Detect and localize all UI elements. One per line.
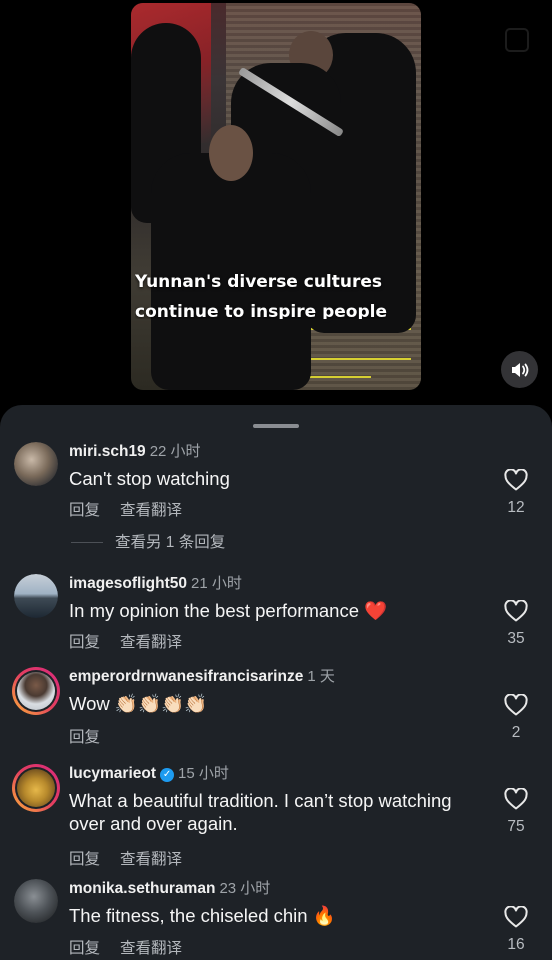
username[interactable]: imagesoflight50 xyxy=(69,575,187,592)
reply-divider xyxy=(71,542,103,544)
sound-toggle-button[interactable] xyxy=(501,351,538,388)
like-button[interactable]: 35 xyxy=(500,600,532,648)
avatar[interactable] xyxy=(14,574,58,618)
like-count: 2 xyxy=(511,724,521,741)
avatar[interactable] xyxy=(14,442,58,486)
see-translation-button[interactable]: 查看翻译 xyxy=(120,940,182,957)
sheet-drag-handle[interactable] xyxy=(253,424,299,428)
like-count: 75 xyxy=(507,818,525,835)
reply-button[interactable]: 回复 xyxy=(69,502,100,519)
corner-icon xyxy=(505,28,529,52)
comments-sheet: miri.sch19 22 小时 Can't stop watching 回复 查看… xyxy=(0,405,552,960)
timestamp: 22 小时 xyxy=(149,443,201,460)
comment-actions: 回复 xyxy=(69,725,120,747)
verified-badge-icon: ✓ xyxy=(160,768,175,782)
comment-header: imagesoflight50 21 小时 xyxy=(69,574,242,594)
heart-outline-icon xyxy=(504,600,528,622)
view-replies-label: 查看另 1 条回复 xyxy=(115,534,226,551)
like-count: 16 xyxy=(507,936,525,953)
see-translation-button[interactable]: 查看翻译 xyxy=(120,502,182,519)
comment-actions: 回复 查看翻译 xyxy=(69,498,202,520)
comment-text: What a beautiful tradition. I can’t stop… xyxy=(69,790,452,834)
reply-button[interactable]: 回复 xyxy=(69,851,100,868)
comment-header: emperordrnwanesifrancisarinze 1 天 xyxy=(69,667,335,687)
comment-text: Can't stop watching xyxy=(69,468,230,489)
heart-outline-icon xyxy=(504,788,528,810)
comment-text: The fitness, the chiseled chin 🔥 xyxy=(69,905,336,926)
comment-text: Wow 👏🏻👏🏻👏🏻👏🏻 xyxy=(69,693,208,714)
like-count: 35 xyxy=(507,630,525,647)
video-caption: Yunnan's diverse cultures continue to in… xyxy=(135,272,387,319)
comment-text: In my opinion the best performance ❤️ xyxy=(69,600,388,621)
timestamp: 21 小时 xyxy=(191,575,242,592)
comment-header: monika.sethuraman 23 小时 xyxy=(69,879,270,899)
username[interactable]: lucymarieot xyxy=(69,765,156,782)
comment-actions: 回复 查看翻译 xyxy=(69,936,202,958)
see-translation-button[interactable]: 查看翻译 xyxy=(120,634,182,651)
like-button[interactable]: 12 xyxy=(500,469,532,517)
avatar[interactable] xyxy=(14,879,58,923)
reply-button[interactable]: 回复 xyxy=(69,634,100,651)
avatar-with-story-ring[interactable] xyxy=(12,764,60,812)
reply-button[interactable]: 回复 xyxy=(69,940,100,957)
see-translation-button[interactable]: 查看翻译 xyxy=(120,851,182,868)
avatar-with-story-ring[interactable] xyxy=(12,667,60,715)
timestamp: 15 小时 xyxy=(178,765,229,782)
comment-header: miri.sch19 22 小时 xyxy=(69,442,201,462)
timestamp: 1 天 xyxy=(307,668,335,685)
username[interactable]: monika.sethuraman xyxy=(69,880,215,897)
video-player[interactable]: Yunnan's diverse cultures continue to in… xyxy=(0,0,552,405)
heart-outline-icon xyxy=(504,469,528,491)
video-frame[interactable]: Yunnan's diverse cultures continue to in… xyxy=(131,3,421,390)
like-count: 12 xyxy=(507,499,525,516)
like-button[interactable]: 75 xyxy=(500,788,532,836)
heart-outline-icon xyxy=(504,906,528,928)
dancer-head xyxy=(209,125,253,181)
reply-button[interactable]: 回复 xyxy=(69,729,100,746)
timestamp: 23 小时 xyxy=(219,880,271,897)
comment-actions: 回复 查看翻译 xyxy=(69,630,202,652)
view-more-replies-button[interactable]: 查看另 1 条回复 xyxy=(71,530,225,552)
speaker-icon xyxy=(511,362,528,377)
heart-outline-icon xyxy=(504,694,528,716)
like-button[interactable]: 2 xyxy=(500,694,532,742)
username[interactable]: miri.sch19 xyxy=(69,443,146,460)
comment-header: lucymarieot ✓ 15 小时 xyxy=(69,764,229,784)
comment-actions: 回复 查看翻译 xyxy=(69,847,202,869)
username[interactable]: emperordrnwanesifrancisarinze xyxy=(69,668,303,685)
like-button[interactable]: 16 xyxy=(500,906,532,954)
